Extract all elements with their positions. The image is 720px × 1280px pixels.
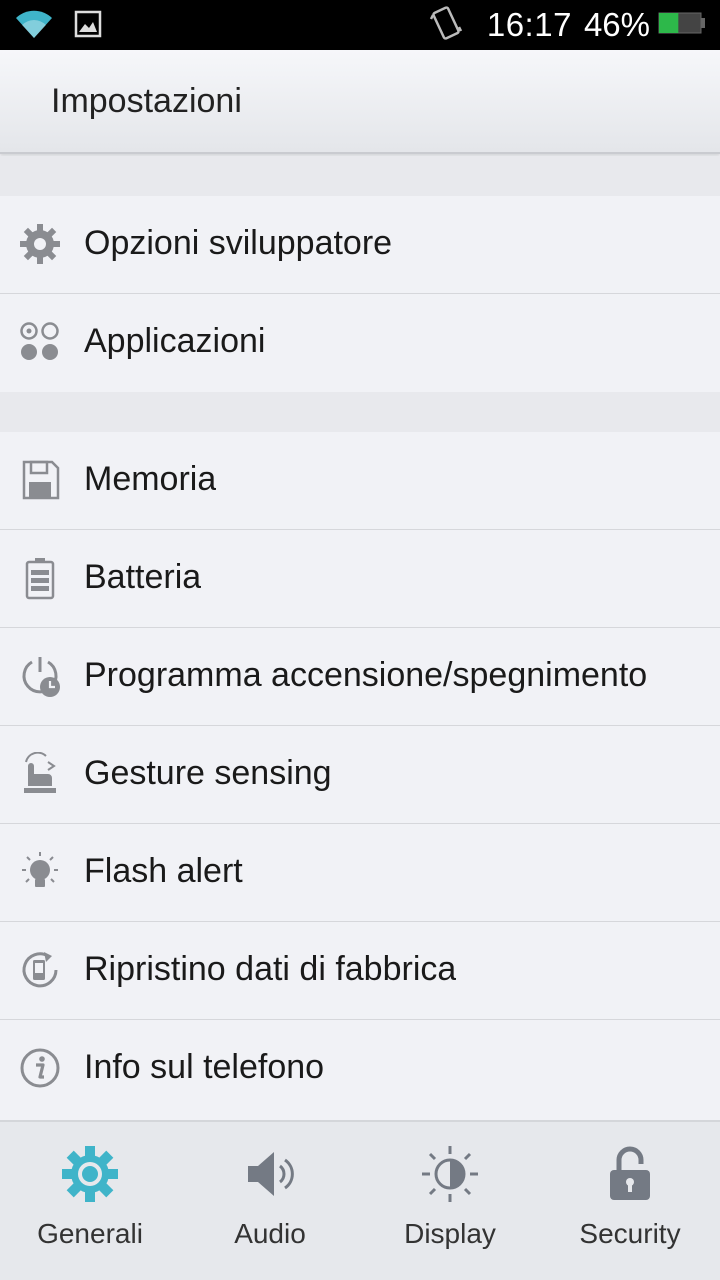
battery-icon xyxy=(18,556,62,600)
factory-reset-icon xyxy=(18,948,62,992)
settings-item-label: Ripristino dati di fabbrica xyxy=(84,950,457,988)
status-time: 16:17 xyxy=(486,6,572,43)
tab-audio[interactable]: Audio xyxy=(180,1122,360,1280)
settings-item-label: Programma accensione/spegnimento xyxy=(84,656,648,694)
lock-icon xyxy=(600,1144,660,1204)
tab-label: Display xyxy=(404,1218,496,1249)
settings-item-memory[interactable]: Memoria xyxy=(0,432,720,530)
flash-bulb-icon xyxy=(18,850,62,894)
speaker-icon xyxy=(240,1144,300,1204)
apps-icon xyxy=(18,320,62,364)
status-bar: 16:17 46% xyxy=(0,0,720,50)
brightness-icon xyxy=(420,1144,480,1204)
info-icon xyxy=(18,1046,62,1090)
section-spacer xyxy=(0,156,720,196)
settings-item-flash-alert[interactable]: Flash alert xyxy=(0,824,720,922)
settings-item-phone-info[interactable]: Info sul telefono xyxy=(0,1020,720,1118)
tab-label: Security xyxy=(579,1218,681,1249)
settings-item-label: Info sul telefono xyxy=(84,1048,325,1086)
settings-item-power-schedule[interactable]: Programma accensione/spegnimento xyxy=(0,628,720,726)
settings-item-gesture-sensing[interactable]: Gesture sensing xyxy=(0,726,720,824)
tab-label: Audio xyxy=(234,1218,306,1249)
storage-icon xyxy=(18,458,62,502)
gear-icon xyxy=(18,222,62,266)
wifi-icon xyxy=(14,8,54,45)
tab-generali[interactable]: Generali xyxy=(0,1122,180,1280)
settings-item-label: Applicazioni xyxy=(84,322,266,360)
vibrate-icon xyxy=(429,5,463,46)
app-bar: Impostazioni xyxy=(0,50,720,154)
tab-security[interactable]: Security xyxy=(540,1122,720,1280)
settings-item-battery[interactable]: Batteria xyxy=(0,530,720,628)
bottom-tab-bar: Generali Audio Display Security xyxy=(0,1120,720,1280)
settings-item-label: Flash alert xyxy=(84,852,243,890)
power-schedule-icon xyxy=(18,654,62,698)
tab-label: Generali xyxy=(37,1218,143,1249)
image-notification-icon xyxy=(74,10,102,43)
settings-item-label: Memoria xyxy=(84,460,217,498)
settings-section-device: Memoria Batteria Programma accensione/sp… xyxy=(0,432,720,1118)
page-title: Impostazioni xyxy=(51,82,242,120)
tab-display[interactable]: Display xyxy=(360,1122,540,1280)
section-spacer xyxy=(0,392,720,432)
settings-item-label: Gesture sensing xyxy=(84,754,332,792)
settings-item-factory-reset[interactable]: Ripristino dati di fabbrica xyxy=(0,922,720,1020)
settings-item-applications[interactable]: Applicazioni xyxy=(0,294,720,392)
battery-percent: 46% xyxy=(583,6,650,43)
settings-item-label: Opzioni sviluppatore xyxy=(84,224,393,262)
settings-section-developer: Opzioni sviluppatore Applicazioni xyxy=(0,196,720,392)
gesture-icon xyxy=(18,752,62,796)
settings-item-developer-options[interactable]: Opzioni sviluppatore xyxy=(0,196,720,294)
battery-icon xyxy=(658,12,706,39)
gear-icon xyxy=(60,1144,120,1204)
settings-item-label: Batteria xyxy=(84,558,202,596)
